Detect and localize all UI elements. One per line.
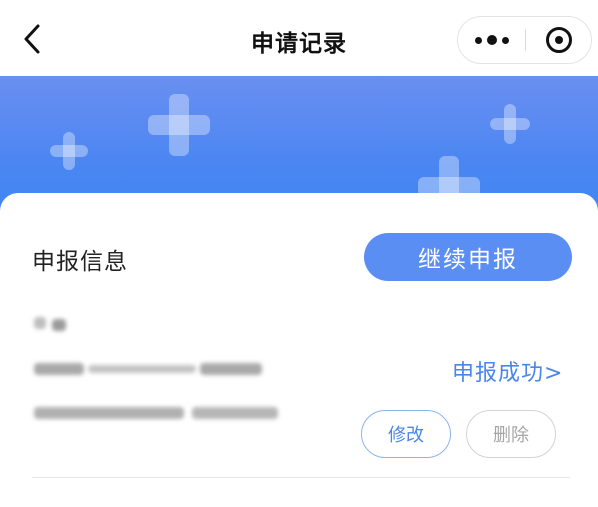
continue-apply-button[interactable]: 继续申报 [364,233,572,281]
record-card: 申报信息 继续申报 申报成功> 修改 删除 [0,193,598,507]
plus-decoration-icon [50,132,88,170]
target-circle-icon[interactable] [526,17,592,63]
navigation-bar: 申请记录 [0,0,598,76]
status-success-link[interactable]: 申报成功> [452,355,563,387]
menu-capsule [457,16,592,64]
divider [32,477,570,478]
delete-button[interactable]: 删除 [466,410,556,458]
edit-button[interactable]: 修改 [361,410,451,458]
section-title: 申报信息 [32,249,128,275]
plus-decoration-icon [490,104,530,144]
plus-decoration-icon [148,94,210,156]
more-dots-icon[interactable] [458,17,525,63]
